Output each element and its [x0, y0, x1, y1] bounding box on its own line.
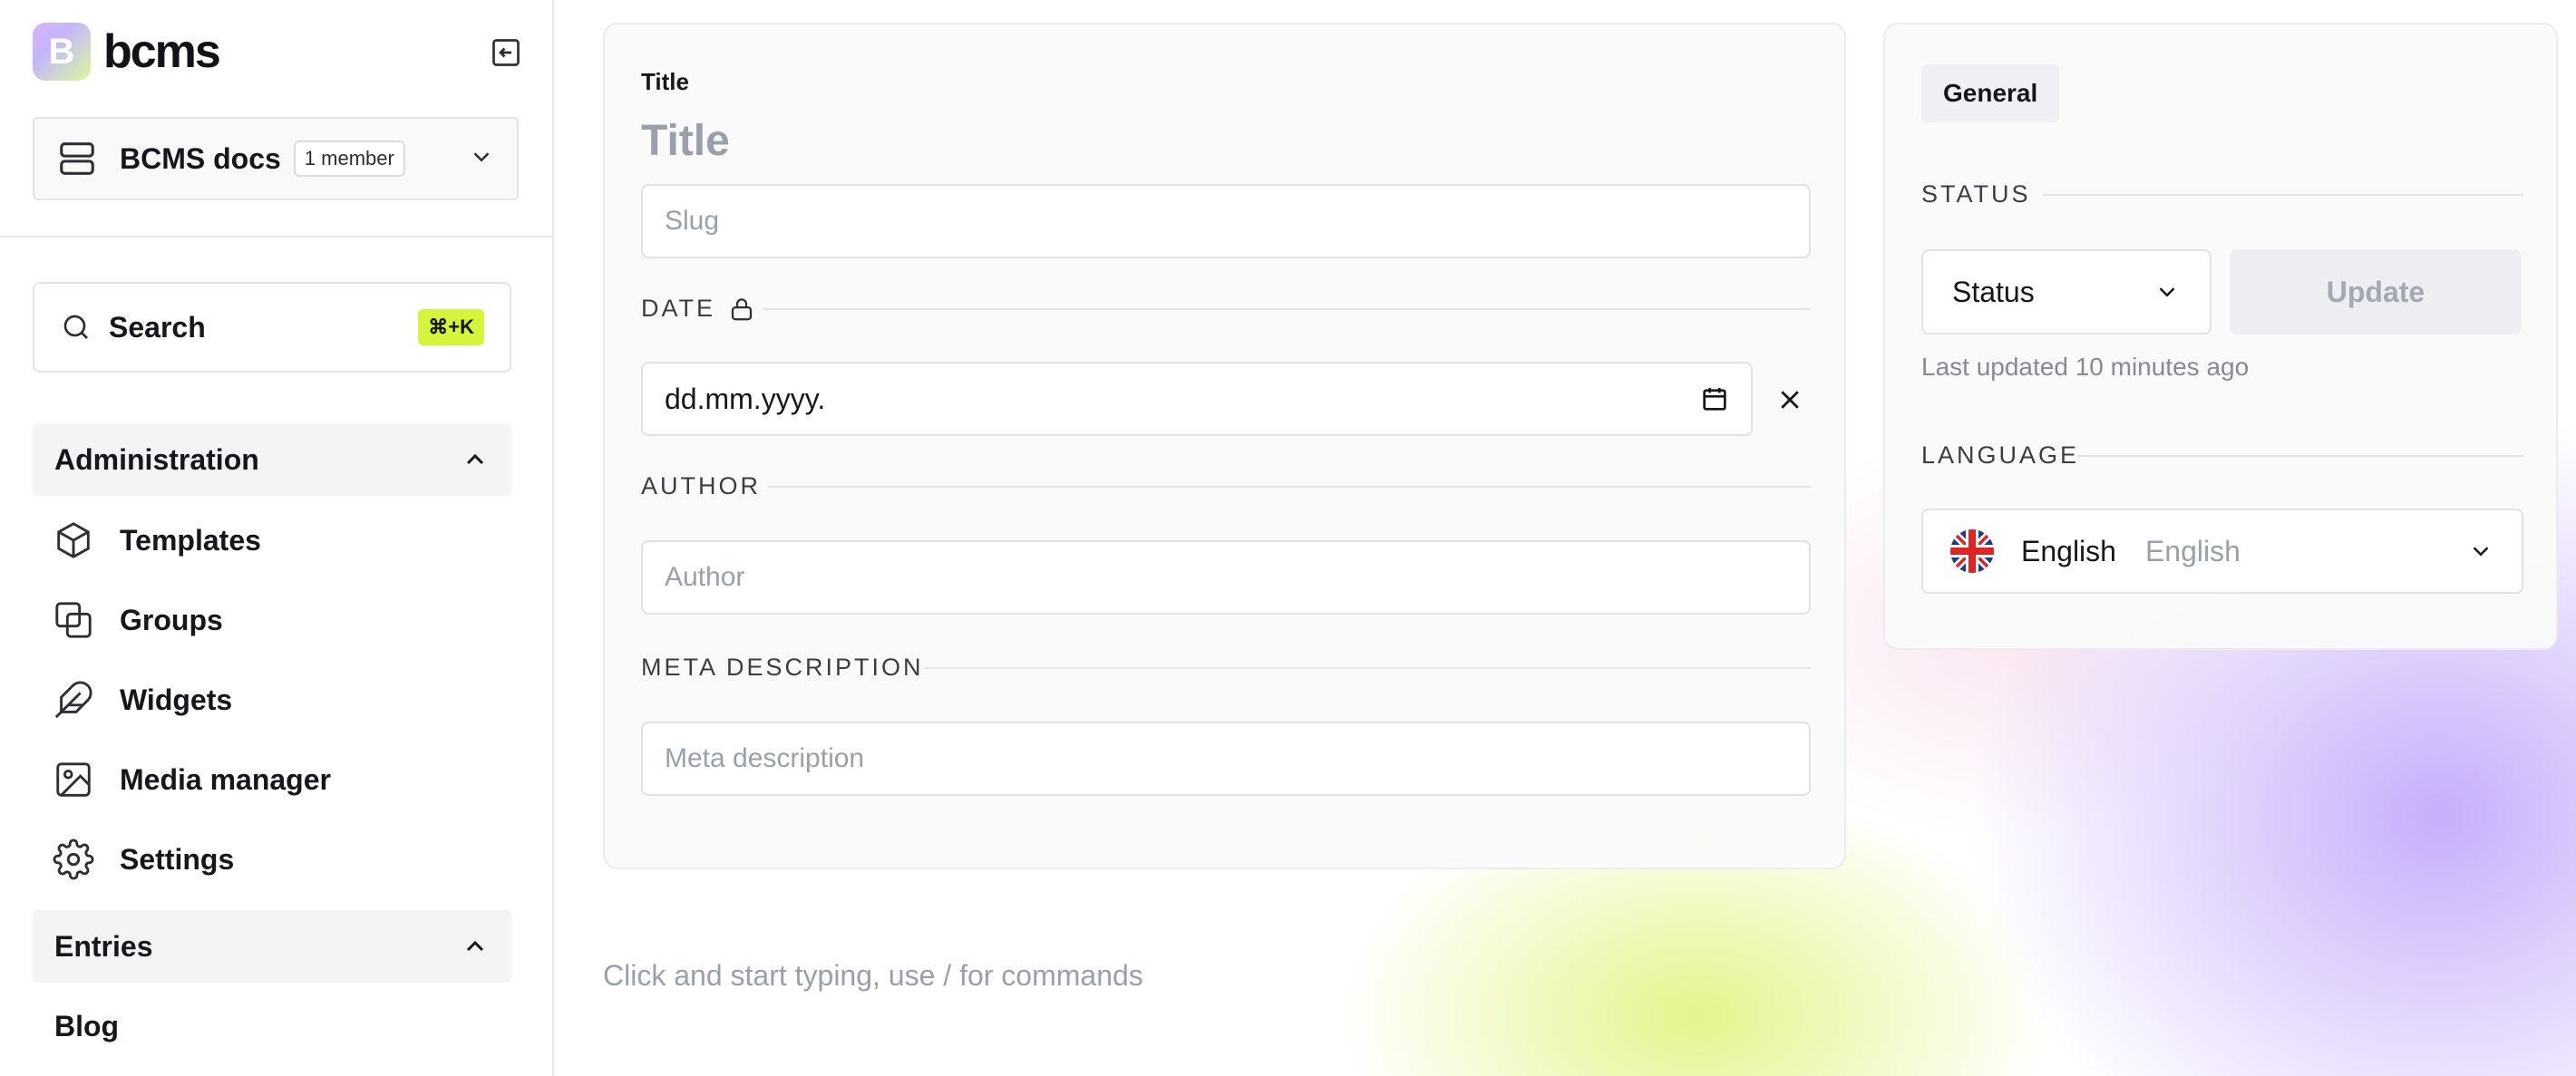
editor-hint[interactable]: Click and start typing, use / for comman… — [603, 959, 1143, 993]
chevron-down-icon — [2467, 538, 2494, 565]
update-button[interactable]: Update — [2230, 249, 2522, 334]
section-administration[interactable]: Administration — [33, 423, 511, 496]
sidebar-item-blog[interactable]: Blog — [54, 1010, 119, 1043]
section-entries[interactable]: Entries — [33, 910, 511, 983]
logo-icon: B — [33, 23, 91, 81]
language-divider — [2077, 455, 2523, 457]
status-select[interactable]: Status — [1921, 249, 2211, 334]
author-input[interactable] — [641, 540, 1811, 615]
language-label: LANGUAGE — [1921, 441, 2080, 469]
search-button[interactable]: Search ⌘+K — [33, 282, 511, 373]
sidebar-item-widgets[interactable]: Widgets — [51, 673, 232, 727]
sidebar-item-groups[interactable]: Groups — [51, 593, 223, 647]
section-administration-label: Administration — [54, 442, 259, 476]
search-icon — [63, 315, 88, 339]
meta-description-input[interactable] — [641, 722, 1811, 796]
sidebar-item-label: Settings — [120, 842, 235, 876]
organization-name: BCMS docs — [120, 141, 281, 175]
sidebar-divider — [0, 236, 552, 237]
sidebar-item-label: Widgets — [120, 683, 233, 716]
sidebar-item-media-manager[interactable]: Media manager — [51, 752, 331, 807]
sidebar-item-templates[interactable]: Templates — [51, 513, 261, 567]
status-section-label: STATUS — [1921, 180, 2031, 208]
sidebar-item-label: Groups — [120, 603, 223, 636]
language-native-name: English — [2144, 534, 2241, 567]
feather-icon — [51, 677, 96, 722]
entry-settings-panel: General STATUS Status Update Last update… — [1883, 23, 2558, 650]
author-divider — [768, 486, 1811, 488]
clear-date-button[interactable] — [1772, 382, 1808, 418]
language-name: English — [2021, 534, 2116, 567]
title-field-label: Title — [641, 68, 689, 95]
search-shortcut-badge: ⌘+K — [418, 309, 484, 345]
title-input[interactable] — [641, 111, 1457, 170]
date-value: dd.mm.yyyy. — [665, 382, 826, 415]
meta-description-divider — [924, 667, 1811, 669]
status-label: STATUS — [1921, 180, 2031, 208]
sidebar: B bcms BCMS docs 1 member Search ⌘+K Adm… — [0, 0, 554, 1076]
date-section-label: DATE — [641, 295, 755, 323]
sidebar-item-settings[interactable]: Settings — [51, 832, 234, 887]
sidebar-item-label: Media manager — [120, 762, 331, 796]
section-entries-label: Entries — [54, 929, 153, 963]
members-badge: 1 member — [293, 141, 405, 177]
server-icon — [60, 142, 94, 175]
collapse-icon — [492, 39, 520, 66]
lock-icon — [728, 296, 755, 323]
uk-flag-icon — [1950, 529, 1994, 573]
organization-switcher[interactable]: BCMS docs 1 member — [33, 117, 519, 200]
groups-icon — [51, 597, 96, 643]
meta-description-section-label: META DESCRIPTION — [641, 654, 924, 682]
status-divider — [2043, 194, 2523, 196]
chevron-down-icon — [468, 143, 495, 175]
brand-name: bcms — [103, 25, 221, 78]
sidebar-item-label: Templates — [120, 523, 261, 557]
last-updated-text: Last updated 10 minutes ago — [1921, 353, 2250, 381]
gear-icon — [51, 837, 96, 882]
brand: B bcms — [33, 22, 522, 82]
calendar-icon[interactable] — [1700, 384, 1729, 413]
collapse-sidebar-button[interactable] — [490, 36, 522, 69]
chevron-up-icon — [461, 932, 490, 961]
close-icon — [1781, 391, 1799, 409]
chevron-up-icon — [461, 445, 490, 474]
entry-meta-form: Title DATE dd.mm.yyyy. AUTHOR META DESCR… — [603, 23, 1846, 869]
tab-general[interactable]: General — [1921, 64, 2060, 122]
meta-description-label: META DESCRIPTION — [641, 654, 924, 681]
chevron-down-icon — [2153, 278, 2181, 305]
language-select[interactable]: English English — [1921, 509, 2523, 594]
slug-input[interactable] — [641, 184, 1811, 258]
status-value: Status — [1952, 275, 2035, 308]
app-root: B bcms BCMS docs 1 member Search ⌘+K Adm… — [0, 0, 2576, 1076]
date-label: DATE — [641, 295, 716, 322]
search-label: Search — [109, 310, 206, 344]
author-section-label: AUTHOR — [641, 472, 761, 500]
date-input[interactable]: dd.mm.yyyy. — [641, 362, 1753, 436]
language-section-label: LANGUAGE — [1921, 441, 2079, 470]
cube-icon — [51, 518, 96, 563]
author-label: AUTHOR — [641, 472, 761, 499]
image-icon — [51, 757, 96, 802]
date-divider — [763, 308, 1811, 310]
